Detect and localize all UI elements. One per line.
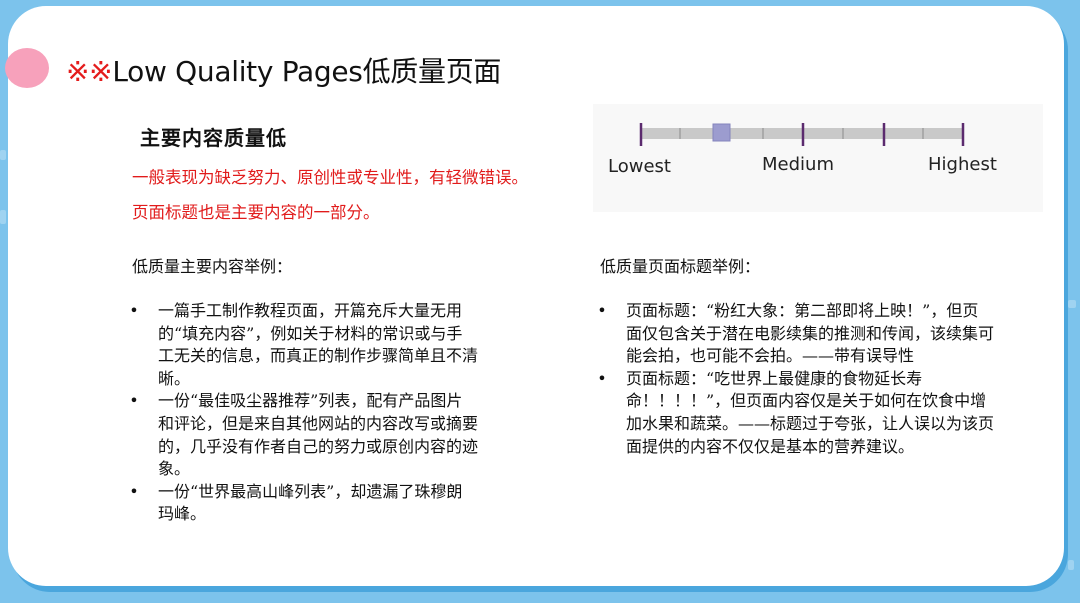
list-item: • 一份“最佳吸尘器推荐”列表，配有产品图片和评论，但是来自其他网站的内容改写或摘… xyxy=(128,390,478,480)
scale-label-highest: Highest xyxy=(928,154,997,175)
list-item: • 页面标题：“粉红大象：第二部即将上映！”，但页面仅包含关于潜在电影续集的推测和… xyxy=(596,300,994,368)
left-column-heading: 低质量主要内容举例： xyxy=(132,257,293,276)
bullet: • xyxy=(129,481,139,501)
list-item-text: 一份“最佳吸尘器推荐”列表，配有产品图片和评论，但是来自其他网站的内容改写或摘要… xyxy=(158,391,479,479)
right-example-list: • 页面标题：“粉红大象：第二部即将上映！”，但页面仅包含关于潜在电影续集的推测和… xyxy=(596,300,994,458)
section-heading: 主要内容质量低 xyxy=(140,126,287,150)
list-item-text: 页面标题：“粉红大象：第二部即将上映！”，但页面仅包含关于潜在电影续集的推测和传… xyxy=(626,301,995,366)
slide-card: ※※Low Quality Pages低质量页面 主要内容质量低 一般表现为缺乏… xyxy=(5,6,1064,586)
list-item: • 一篇手工制作教程页面，开篇充斥大量无用的“填充内容”，例如关于材料的常识或与手… xyxy=(128,300,478,390)
scale-marker xyxy=(712,123,731,142)
left-example-list: • 一篇手工制作教程页面，开篇充斥大量无用的“填充内容”，例如关于材料的常识或与手… xyxy=(128,300,478,526)
list-item-text: 一篇手工制作教程页面，开篇充斥大量无用的“填充内容”，例如关于材料的常识或与手工… xyxy=(158,301,479,388)
bullet: • xyxy=(597,301,607,320)
scale-label-medium: Medium xyxy=(762,154,834,175)
list-item-text: 一份“世界最高山峰列表”，却遗漏了珠穆朗玛峰。 xyxy=(158,481,463,524)
bullet: • xyxy=(597,368,607,388)
right-column-heading: 低质量页面标题举例： xyxy=(600,257,761,276)
background-decoration xyxy=(1068,300,1076,308)
scale-label-lowest: Lowest xyxy=(608,156,671,177)
title-text: Low Quality Pages低质量页面 xyxy=(112,55,502,88)
background-decoration xyxy=(1068,560,1074,570)
quality-rating-scale: Lowest Medium Highest xyxy=(593,104,1043,212)
description-line-1: 一般表现为缺乏努力、原创性或专业性，有轻微错误。 xyxy=(132,168,528,187)
description-line-2: 页面标题也是主要内容的一部分。 xyxy=(132,203,380,222)
bullet: • xyxy=(129,391,139,411)
pink-circle-decoration xyxy=(5,48,49,88)
background-decoration xyxy=(0,210,6,224)
list-item-text: 页面标题：“吃世界上最健康的食物延长寿命！！！！”，但页面内容仅是关于如何在饮食… xyxy=(626,368,995,456)
page-title: ※※Low Quality Pages低质量页面 xyxy=(66,50,501,90)
list-item: • 一份“世界最高山峰列表”，却遗漏了珠穆朗玛峰。 xyxy=(128,481,478,526)
bullet: • xyxy=(129,301,139,320)
list-item: • 页面标题：“吃世界上最健康的食物延长寿命！！！！”，但页面内容仅是关于如何在饮… xyxy=(596,368,994,458)
background-decoration xyxy=(0,150,6,160)
title-marks: ※※ xyxy=(66,55,113,88)
